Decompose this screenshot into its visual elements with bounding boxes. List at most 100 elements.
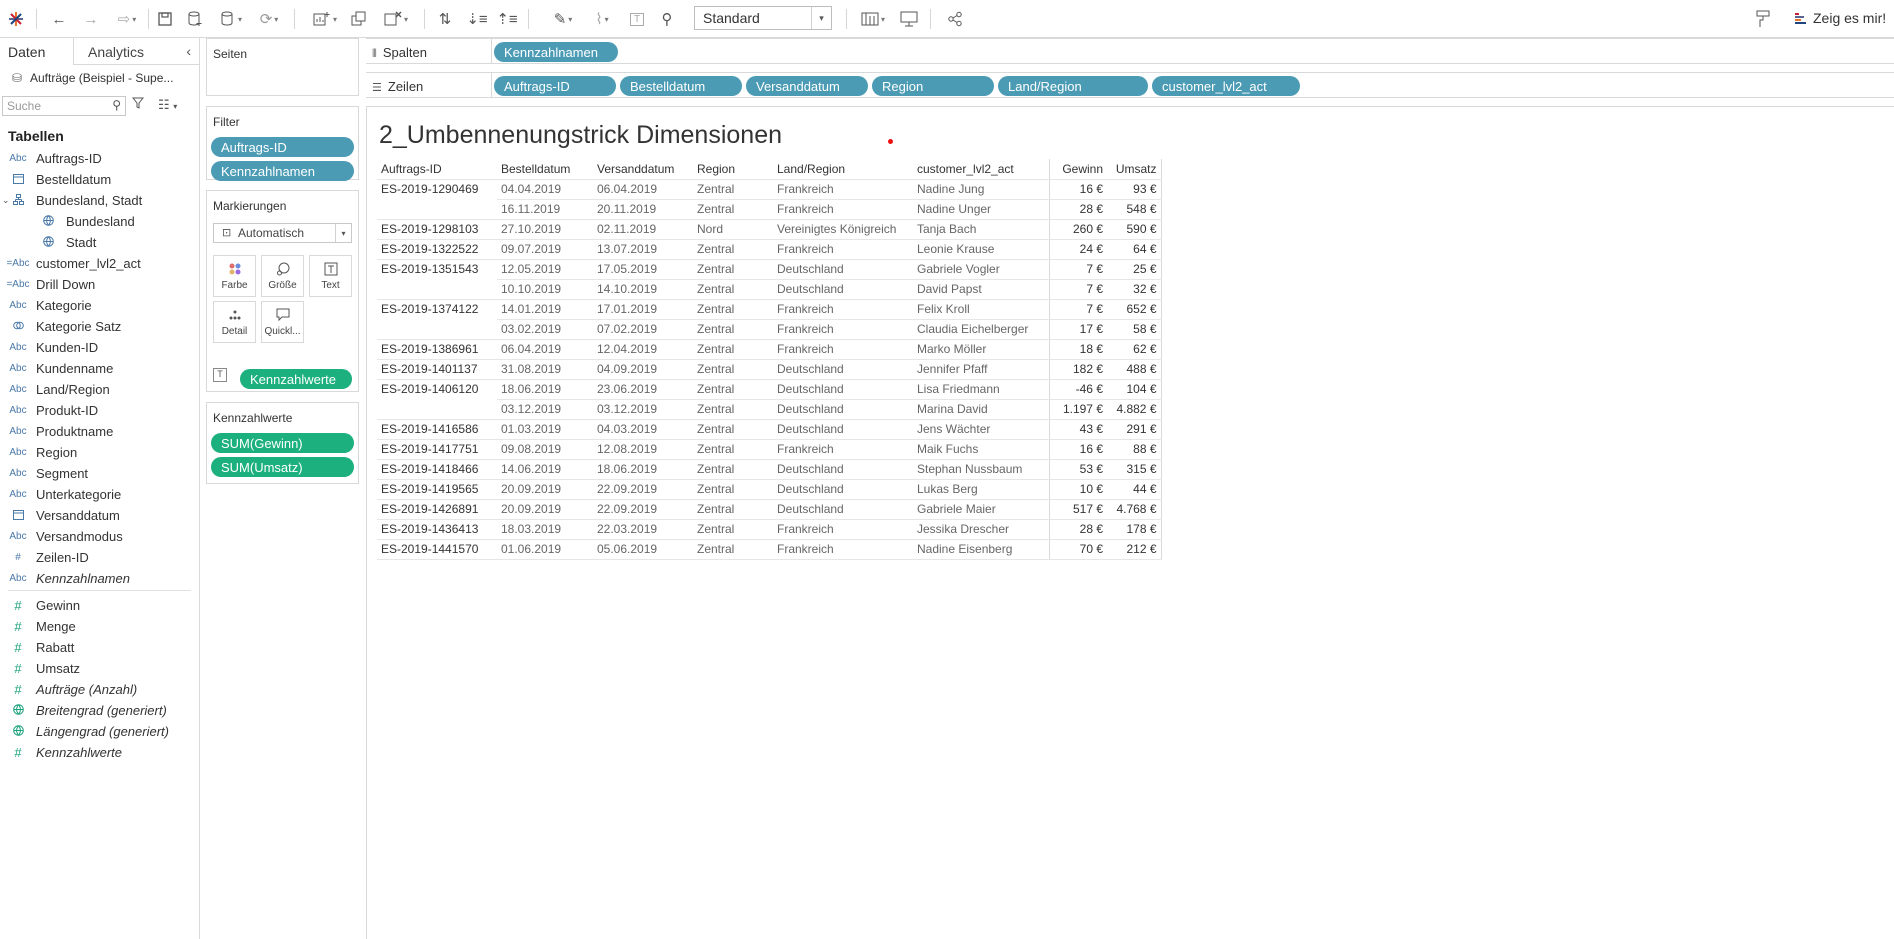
sort-ascending-icon[interactable]: ⇣≡ — [466, 8, 488, 30]
show-me-button[interactable]: Zeig es mir! — [1813, 10, 1886, 26]
show-labels-icon[interactable]: T — [626, 8, 648, 30]
table-cell[interactable]: Frankreich — [773, 339, 913, 360]
field-auftr-ge-anzahl[interactable]: # Aufträge (Anzahl) — [0, 679, 199, 700]
new-worksheet-icon[interactable]: ▾ — [306, 8, 344, 30]
table-cell[interactable]: 13.07.2019 — [593, 239, 693, 260]
table-cell[interactable]: 22.03.2019 — [593, 519, 693, 540]
swap-rows-columns-icon[interactable]: ⇅ — [434, 8, 456, 30]
pause-updates-icon[interactable]: ▾ — [214, 8, 248, 30]
table-cell[interactable]: 01.03.2019 — [497, 419, 593, 440]
table-cell[interactable]: 01.06.2019 — [497, 539, 593, 560]
table-cell[interactable]: 02.11.2019 — [593, 219, 693, 240]
table-cell[interactable]: 20.11.2019 — [593, 199, 693, 220]
table-cell[interactable]: Nadine Unger — [913, 199, 1049, 220]
size-button[interactable]: Größe — [261, 255, 304, 297]
table-cell[interactable]: 93 € — [1107, 179, 1162, 200]
table-cell[interactable]: 16 € — [1048, 179, 1107, 200]
table-cell[interactable]: 04.04.2019 — [497, 179, 593, 200]
table-cell[interactable]: 20.09.2019 — [497, 499, 593, 520]
show-me-icon[interactable] — [1792, 8, 1810, 30]
field-bundesland[interactable]: Bundesland — [0, 211, 199, 232]
table-cell[interactable]: ES-2019-1374122 — [377, 299, 497, 319]
new-datasource-icon[interactable] — [184, 8, 206, 30]
table-cell[interactable]: Zentral — [693, 339, 773, 360]
color-button[interactable]: Farbe — [213, 255, 256, 297]
paint-format-icon[interactable] — [1752, 8, 1774, 30]
collapse-pane-icon[interactable]: ‹ — [186, 43, 191, 59]
table-cell[interactable]: Nadine Eisenberg — [913, 539, 1049, 560]
fit-select[interactable]: Standard ▾ — [694, 6, 832, 30]
table-cell[interactable]: 17.01.2019 — [593, 299, 693, 320]
field-unterkategorie[interactable]: Abc Unterkategorie — [0, 484, 199, 505]
table-cell[interactable]: 06.04.2019 — [593, 179, 693, 200]
table-cell[interactable]: 27.10.2019 — [497, 219, 593, 240]
mark-type-select[interactable]: ⊡ Automatisch ▾ — [213, 223, 352, 243]
refresh-icon[interactable]: ⟳ ▾ — [254, 8, 284, 30]
table-cell[interactable]: 58 € — [1107, 319, 1162, 340]
table-cell[interactable]: 12.04.2019 — [593, 339, 693, 360]
field-zeilen-id[interactable]: # Zeilen-ID — [0, 547, 199, 568]
field-umsatz[interactable]: # Umsatz — [0, 658, 199, 679]
duplicate-sheet-icon[interactable] — [348, 8, 370, 30]
redo-icon[interactable]: → — [80, 8, 102, 30]
tab-analytics[interactable]: Analytics — [74, 38, 174, 65]
table-cell[interactable]: 7 € — [1048, 299, 1107, 320]
column-header[interactable]: Umsatz — [1107, 159, 1162, 180]
field-versandmodus[interactable]: Abc Versandmodus — [0, 526, 199, 547]
table-cell[interactable]: Nadine Jung — [913, 179, 1049, 200]
columns-shelf[interactable]: ⦀ Spalten Kennzahlnamen — [366, 38, 1894, 64]
table-cell[interactable]: Gabriele Vogler — [913, 259, 1049, 280]
table-cell[interactable]: David Papst — [913, 279, 1049, 300]
table-cell[interactable]: ES-2019-1290469 — [377, 179, 497, 199]
table-cell[interactable]: ES-2019-1426891 — [377, 499, 497, 520]
table-cell[interactable]: Zentral — [693, 299, 773, 320]
table-cell[interactable]: 20.09.2019 — [497, 479, 593, 500]
field-versanddatum[interactable]: Versanddatum — [0, 505, 199, 526]
field-kunden-id[interactable]: Abc Kunden-ID — [0, 337, 199, 358]
tooltip-button[interactable]: Quickl... — [261, 301, 304, 343]
column-pill-kennzahlnamen[interactable]: Kennzahlnamen — [494, 42, 618, 62]
table-cell[interactable]: Lisa Friedmann — [913, 379, 1049, 400]
table-cell[interactable]: 32 € — [1107, 279, 1162, 300]
column-header[interactable]: Bestelldatum — [497, 159, 593, 180]
table-cell[interactable]: 70 € — [1048, 539, 1107, 560]
table-cell[interactable]: Claudia Eichelberger — [913, 319, 1049, 340]
table-cell[interactable]: 1.197 € — [1048, 399, 1107, 420]
table-cell[interactable]: 12.05.2019 — [497, 259, 593, 280]
table-cell[interactable]: Zentral — [693, 399, 773, 420]
table-cell[interactable]: 590 € — [1107, 219, 1162, 240]
presentation-mode-icon[interactable] — [898, 8, 920, 30]
row-pill-land-region[interactable]: Land/Region — [998, 76, 1148, 96]
table-cell[interactable]: ES-2019-1298103 — [377, 219, 497, 240]
field-rabatt[interactable]: # Rabatt — [0, 637, 199, 658]
table-cell[interactable]: 62 € — [1107, 339, 1162, 360]
table-cell[interactable]: Frankreich — [773, 299, 913, 320]
table-cell[interactable]: Zentral — [693, 519, 773, 540]
table-cell[interactable]: 517 € — [1048, 499, 1107, 520]
field-kundenname[interactable]: Abc Kundenname — [0, 358, 199, 379]
table-cell[interactable]: ES-2019-1436413 — [377, 519, 497, 540]
table-cell[interactable]: 17.05.2019 — [593, 259, 693, 280]
field-region[interactable]: Abc Region — [0, 442, 199, 463]
table-cell[interactable]: 43 € — [1048, 419, 1107, 440]
table-cell[interactable]: Marina David — [913, 399, 1049, 420]
table-cell[interactable]: Deutschland — [773, 399, 913, 420]
table-cell[interactable]: 652 € — [1107, 299, 1162, 320]
row-pill-versanddatum[interactable]: Versanddatum — [746, 76, 868, 96]
field-kategorie-satz[interactable]: Kategorie Satz — [0, 316, 199, 337]
table-cell[interactable]: 88 € — [1107, 439, 1162, 460]
table-cell[interactable]: Zentral — [693, 319, 773, 340]
table-cell[interactable]: 4.768 € — [1107, 499, 1162, 520]
table-cell[interactable]: ES-2019-1401137 — [377, 359, 497, 380]
table-cell[interactable]: 7 € — [1048, 259, 1107, 280]
table-cell[interactable]: Stephan Nussbaum — [913, 459, 1049, 480]
table-cell[interactable]: -46 € — [1048, 379, 1107, 400]
row-pill-bestelldatum[interactable]: Bestelldatum — [620, 76, 742, 96]
filters-card[interactable]: Filter Auftrags-ID Kennzahlnamen — [206, 106, 359, 181]
table-cell[interactable]: 17 € — [1048, 319, 1107, 340]
field-bundesland-stadt[interactable]: ⌄ Bundesland, Stadt — [0, 190, 199, 211]
table-cell[interactable]: Marko Möller — [913, 339, 1049, 360]
filter-pill-kennzahlnamen[interactable]: Kennzahlnamen — [211, 161, 354, 181]
field-produkt-id[interactable]: Abc Produkt-ID — [0, 400, 199, 421]
table-cell[interactable]: Zentral — [693, 239, 773, 260]
